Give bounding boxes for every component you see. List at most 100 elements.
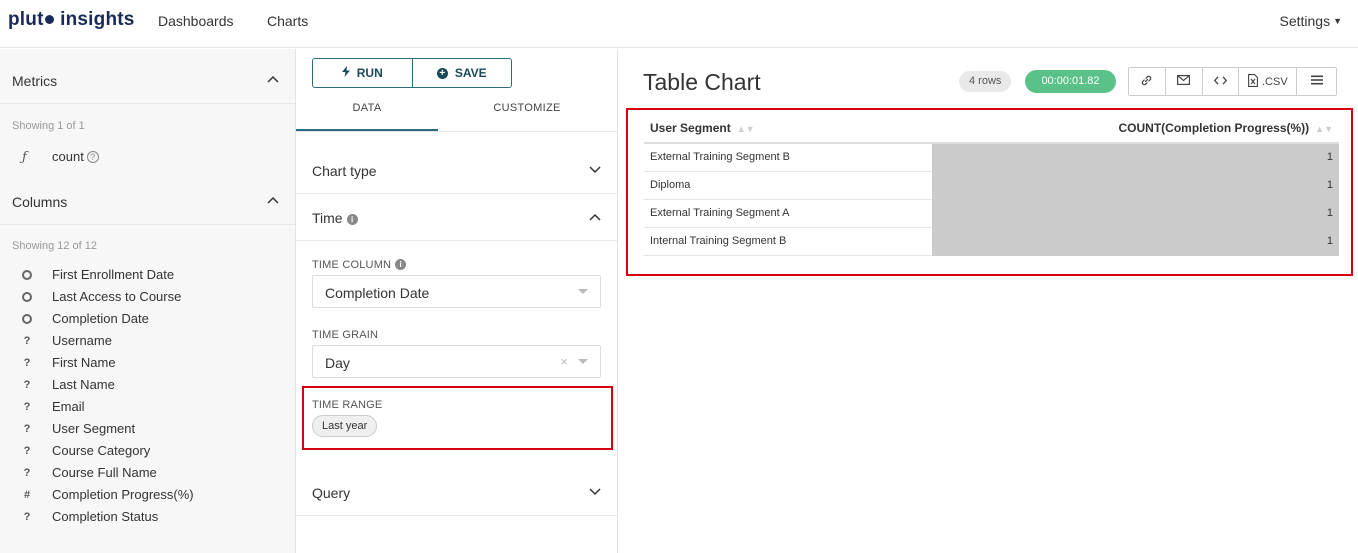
list-item[interactable]: Completion Date (0, 309, 295, 331)
csv-label: .CSV (1262, 75, 1288, 88)
envelope-icon (1177, 75, 1191, 88)
table-row: External Training Segment A 1 (644, 199, 1339, 228)
time-column-select[interactable]: Completion Date (312, 275, 601, 308)
clock-icon (22, 292, 32, 302)
email-button[interactable] (1166, 68, 1203, 95)
nav-charts-link[interactable]: Charts (267, 13, 308, 29)
question-icon: ? (23, 467, 31, 479)
list-item[interactable]: ? Course Full Name (0, 463, 295, 485)
time-range-pill[interactable]: Last year (312, 415, 378, 437)
time-column-label: TIME COLUMN i (312, 259, 407, 271)
settings-label: Settings (1279, 13, 1331, 29)
chevron-up-icon[interactable] (267, 71, 279, 86)
column-name: Course Full Name (52, 465, 157, 480)
chevron-up-icon[interactable] (267, 192, 279, 207)
nav-dashboards-link[interactable]: Dashboards (158, 13, 234, 29)
time-section-header[interactable]: Time i (296, 194, 617, 241)
logo-text-part1: plut (8, 9, 44, 30)
list-item[interactable]: ? Username (0, 331, 295, 353)
code-icon (1214, 75, 1228, 88)
sort-icon[interactable]: ▲▼ (737, 124, 755, 134)
chart-title[interactable]: Table Chart (643, 69, 761, 96)
column-header-count[interactable]: COUNT(Completion Progress(%)) ▲▼ (932, 114, 1339, 144)
column-name: Completion Status (52, 509, 159, 524)
embed-code-button[interactable] (1203, 68, 1240, 95)
save-button[interactable]: + SAVE (411, 59, 512, 87)
time-column-label-text: TIME COLUMN (312, 259, 392, 271)
plus-circle-icon: + (436, 67, 448, 79)
tab-data[interactable]: DATA (296, 102, 438, 114)
column-name: Completion Progress(%) (52, 487, 194, 502)
run-label: RUN (356, 66, 383, 80)
function-icon: ƒ (22, 150, 27, 165)
top-navigation: plut insights Dashboards Charts Settings… (0, 0, 1358, 48)
list-item[interactable]: ? Course Category (0, 441, 295, 463)
info-icon[interactable]: i (395, 259, 407, 270)
chart-type-section[interactable]: Chart type (296, 147, 617, 194)
chart-type-title: Chart type (312, 163, 377, 179)
export-csv-button[interactable]: .CSV (1239, 68, 1298, 95)
list-item[interactable]: First Enrollment Date (0, 265, 295, 287)
list-item[interactable]: ? Completion Status (0, 507, 295, 529)
info-icon[interactable]: i (346, 214, 358, 225)
result-table: User Segment ▲▼ COUNT(Completion Progress… (644, 114, 1339, 256)
clear-icon[interactable]: × (560, 354, 568, 369)
columns-title: Columns (12, 194, 68, 210)
time-grain-value: Day (325, 355, 350, 371)
list-item[interactable]: ? User Segment (0, 419, 295, 441)
column-name: Last Name (52, 377, 115, 392)
copy-link-button[interactable] (1129, 68, 1166, 95)
column-name: First Enrollment Date (52, 267, 175, 282)
list-item[interactable]: ? First Name (0, 353, 295, 375)
chevron-down-icon[interactable] (589, 484, 601, 499)
metrics-section-header[interactable]: Metrics (0, 49, 295, 104)
question-icon: ? (23, 511, 31, 523)
column-name: First Name (52, 355, 116, 370)
time-grain-label: TIME GRAIN (312, 329, 379, 341)
help-icon[interactable]: ? (86, 151, 99, 163)
question-icon: ? (23, 335, 31, 347)
time-title: Time i (312, 210, 358, 226)
editor-tabs: DATA CUSTOMIZE (296, 101, 617, 132)
logo[interactable]: plut insights (8, 9, 135, 31)
active-tab-indicator (296, 129, 438, 131)
column-header-label: User Segment (650, 121, 731, 135)
list-item[interactable]: ? Email (0, 397, 295, 419)
table-cell-bar: 1 (932, 143, 1339, 172)
column-name: Username (52, 333, 112, 348)
settings-menu[interactable]: Settings ▼ (1279, 13, 1342, 29)
list-item[interactable]: ? Last Name (0, 375, 295, 397)
list-item[interactable]: Last Access to Course (0, 287, 295, 309)
table-cell-bar: 1 (932, 227, 1339, 256)
query-timer-badge: 00:00:01.82 (1025, 70, 1116, 93)
time-grain-select[interactable]: Day × (312, 345, 601, 378)
lightning-icon (341, 66, 350, 80)
chart-editor-panel: RUN + SAVE DATA CUSTOMIZE Chart type Tim… (296, 49, 618, 553)
columns-section-header[interactable]: Columns (0, 170, 295, 225)
column-name: Last Access to Course (52, 289, 182, 304)
logo-text-part2: insights (60, 9, 135, 30)
column-name: Completion Date (52, 311, 149, 326)
run-button[interactable]: RUN (313, 59, 412, 87)
list-item[interactable]: # Completion Progress(%) (0, 485, 295, 507)
chart-result-panel: Table Chart 4 rows 00:00:01.82 .CSV User… (619, 49, 1358, 553)
more-menu-button[interactable] (1297, 68, 1336, 95)
link-icon (1140, 74, 1153, 90)
chart-action-toolbar: .CSV (1128, 67, 1337, 96)
query-section[interactable]: Query (296, 469, 617, 516)
query-title: Query (312, 485, 351, 501)
tab-customize[interactable]: CUSTOMIZE (456, 102, 598, 114)
time-column-value: Completion Date (325, 285, 430, 301)
dropdown-arrow-icon (578, 289, 588, 294)
chevron-down-icon[interactable] (589, 162, 601, 177)
hamburger-icon (1310, 75, 1323, 88)
metric-item-count[interactable]: ƒ count? (22, 149, 99, 165)
sort-icon[interactable]: ▲▼ (1315, 124, 1333, 134)
metric-label: count (52, 149, 84, 164)
question-icon: ? (23, 445, 31, 457)
chevron-up-icon[interactable] (589, 209, 601, 224)
row-count-badge: 4 rows (959, 71, 1012, 92)
question-icon: ? (23, 379, 31, 391)
column-header-user-segment[interactable]: User Segment ▲▼ (644, 114, 932, 144)
table-cell: External Training Segment A (644, 199, 932, 228)
